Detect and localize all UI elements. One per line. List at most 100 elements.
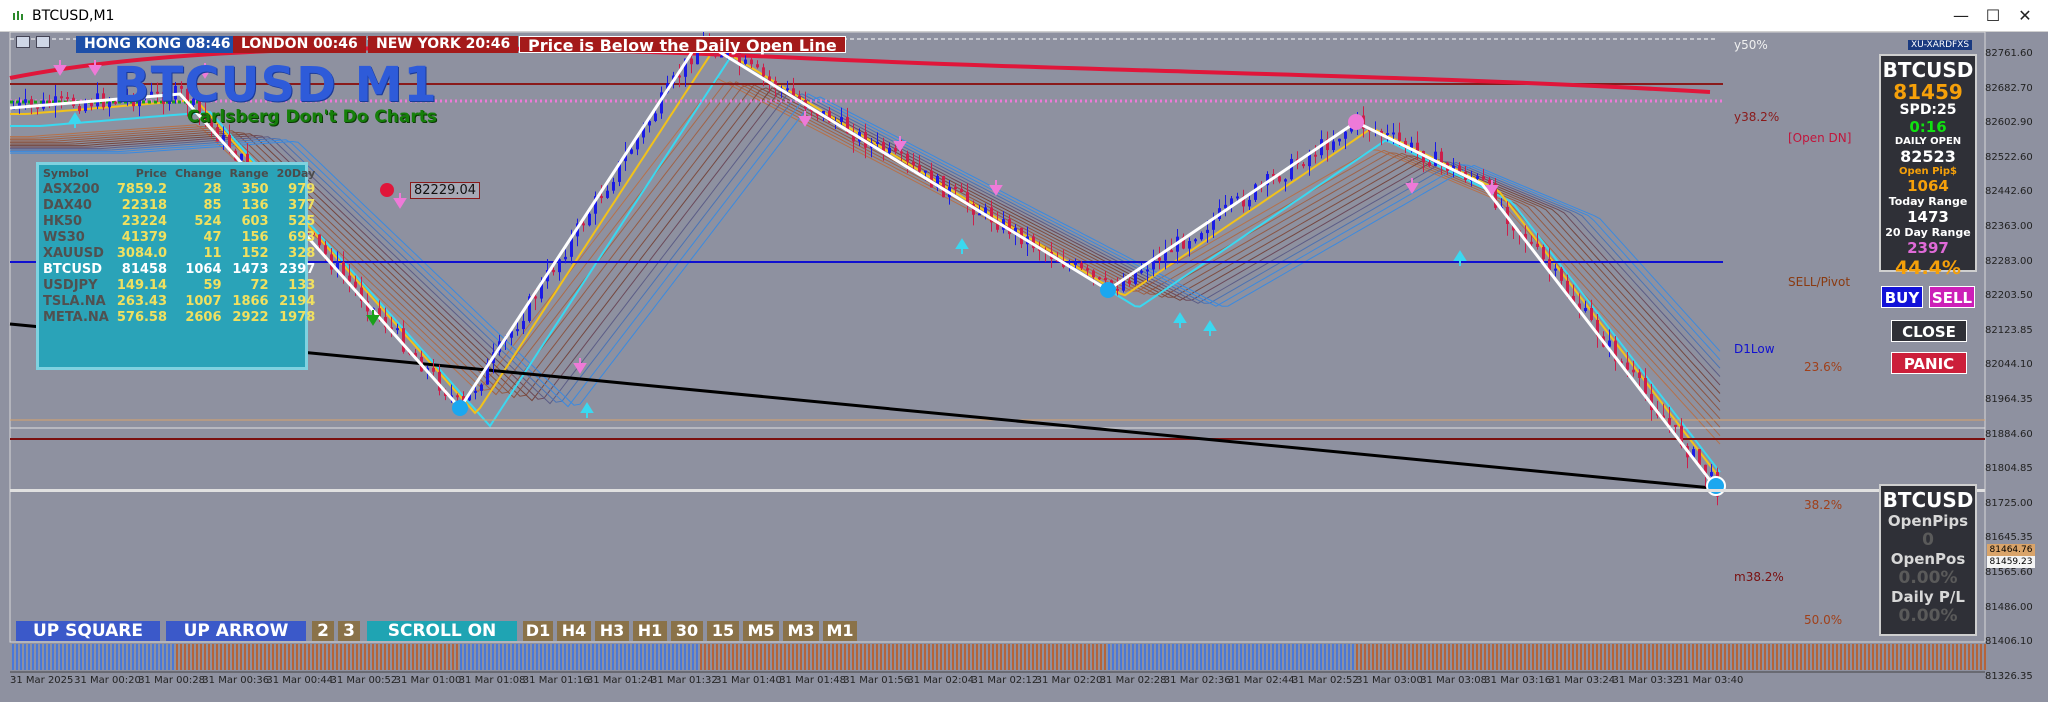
candle-body	[1236, 196, 1239, 199]
histogram-bar	[928, 644, 930, 670]
histogram-bar	[1212, 644, 1214, 670]
histogram-bar	[156, 644, 158, 670]
histogram-bar	[1252, 644, 1254, 670]
histogram-bar	[240, 644, 242, 670]
histogram-bar	[992, 644, 994, 670]
timeframe-button-m5[interactable]: M5	[743, 621, 779, 641]
histogram-bar	[1900, 644, 1902, 670]
option-2-button[interactable]: 2	[312, 621, 334, 641]
candle-body	[1560, 268, 1563, 281]
histogram-bar	[108, 644, 110, 670]
histogram-bar	[864, 644, 866, 670]
histogram-bar	[440, 644, 442, 670]
histogram-bar	[1848, 644, 1850, 670]
histogram-bar	[432, 644, 434, 670]
table-cell: 1978	[279, 309, 316, 325]
open-pips-amount: 0	[1922, 530, 1934, 550]
histogram-bar	[1484, 644, 1486, 670]
price-axis-label: 81406.10	[1985, 636, 2033, 648]
candle-body	[1278, 176, 1281, 182]
chart-settings-icon[interactable]	[36, 36, 50, 48]
price-axis-label: 82044.10	[1985, 359, 2033, 371]
market-watch-table: Symbol Price Change Range 20Day ASX200 78…	[36, 162, 315, 370]
table-row: USDJPY 149.14 59 72 133	[39, 277, 319, 293]
buy-button[interactable]: BUY	[1881, 286, 1923, 308]
table-cell: 350	[241, 181, 269, 197]
time-axis-label: 31 Mar 02:28	[1099, 675, 1167, 686]
histogram-bar	[1612, 644, 1614, 670]
table-cell: 2922	[232, 309, 269, 325]
candle-body	[342, 262, 345, 276]
terminal-window: BTCUSD,M1 — ☐ ✕ HONG KONG 08:46 LONDON 0…	[0, 0, 2048, 702]
histogram-bar	[92, 644, 94, 670]
histogram-bar	[984, 644, 986, 670]
histogram-bar	[940, 644, 942, 670]
histogram-bar	[724, 644, 726, 670]
timeframe-button-h4[interactable]: H4	[557, 621, 591, 641]
candle-body	[1698, 449, 1701, 465]
histogram-bar	[1008, 644, 1010, 670]
histogram-bar	[1288, 644, 1290, 670]
grid-toggle-icon[interactable]	[16, 36, 30, 48]
timeframe-button-h1[interactable]: H1	[633, 621, 667, 641]
candle-body	[1584, 308, 1587, 312]
histogram-bar	[796, 644, 798, 670]
histogram-bar	[1556, 644, 1558, 670]
candle-body	[792, 88, 795, 96]
close-positions-button[interactable]: CLOSE	[1891, 320, 1967, 342]
timeframe-button-15[interactable]: 15	[707, 621, 739, 641]
candle-body	[1194, 239, 1197, 242]
histogram-bar	[904, 644, 906, 670]
histogram-bar	[612, 644, 614, 670]
histogram-bar	[328, 644, 330, 670]
histogram-bar	[1472, 644, 1474, 670]
timeframe-button-m1[interactable]: M1	[823, 621, 857, 641]
scroll-toggle-button[interactable]: SCROLL ON	[367, 621, 517, 641]
histogram-bar	[1656, 644, 1658, 670]
histogram-bar	[1800, 644, 1802, 670]
histogram-bar	[1852, 644, 1854, 670]
up-square-button[interactable]: UP SQUARE	[16, 621, 160, 641]
panic-button[interactable]: PANIC	[1891, 352, 1967, 374]
candle-body	[1428, 162, 1431, 166]
histogram-bar	[1720, 644, 1722, 670]
histogram-bar	[1392, 644, 1394, 670]
timeframe-button-m3[interactable]: M3	[783, 621, 819, 641]
buy-arrow-icon	[1203, 320, 1217, 336]
maximize-button[interactable]: ☐	[1978, 4, 2008, 28]
histogram-bar	[220, 644, 222, 670]
timeframe-button-h3[interactable]: H3	[595, 621, 629, 641]
histogram-bar	[1360, 644, 1362, 670]
histogram-bar	[296, 644, 298, 670]
histogram-bar	[204, 644, 206, 670]
column-header: Price	[135, 166, 168, 180]
histogram-bar	[540, 644, 542, 670]
histogram-bar	[348, 644, 350, 670]
histogram-bar	[1060, 644, 1062, 670]
histogram-bar	[544, 644, 546, 670]
candle-body	[984, 207, 987, 214]
histogram-bar	[1256, 644, 1258, 670]
histogram-bar	[1000, 644, 1002, 670]
chart-subtitle: Carlsberg Don't Do Charts	[187, 107, 437, 127]
histogram-bar	[1596, 644, 1598, 670]
timeframe-button-30[interactable]: 30	[671, 621, 703, 641]
histogram-bar	[960, 644, 962, 670]
candle-body	[1386, 133, 1389, 136]
histogram-bar	[1228, 644, 1230, 670]
histogram-bar	[380, 644, 382, 670]
histogram-bar	[1536, 644, 1538, 670]
histogram-bar	[452, 644, 454, 670]
chart-canvas[interactable]: HONG KONG 08:46 LONDON 00:46 NEW YORK 20…	[0, 32, 2048, 702]
up-arrow-button[interactable]: UP ARROW	[166, 621, 306, 641]
table-cell: 59	[203, 277, 222, 293]
histogram-bar	[1304, 644, 1306, 670]
sell-button[interactable]: SELL	[1929, 286, 1975, 308]
histogram-bar	[1740, 644, 1742, 670]
histogram-bar	[228, 644, 230, 670]
option-3-button[interactable]: 3	[338, 621, 360, 641]
minimize-button[interactable]: —	[1946, 4, 1976, 28]
close-window-button[interactable]: ✕	[2010, 4, 2040, 28]
price-axis-label: 82761.60	[1985, 48, 2033, 59]
timeframe-button-d1[interactable]: D1	[523, 621, 553, 641]
